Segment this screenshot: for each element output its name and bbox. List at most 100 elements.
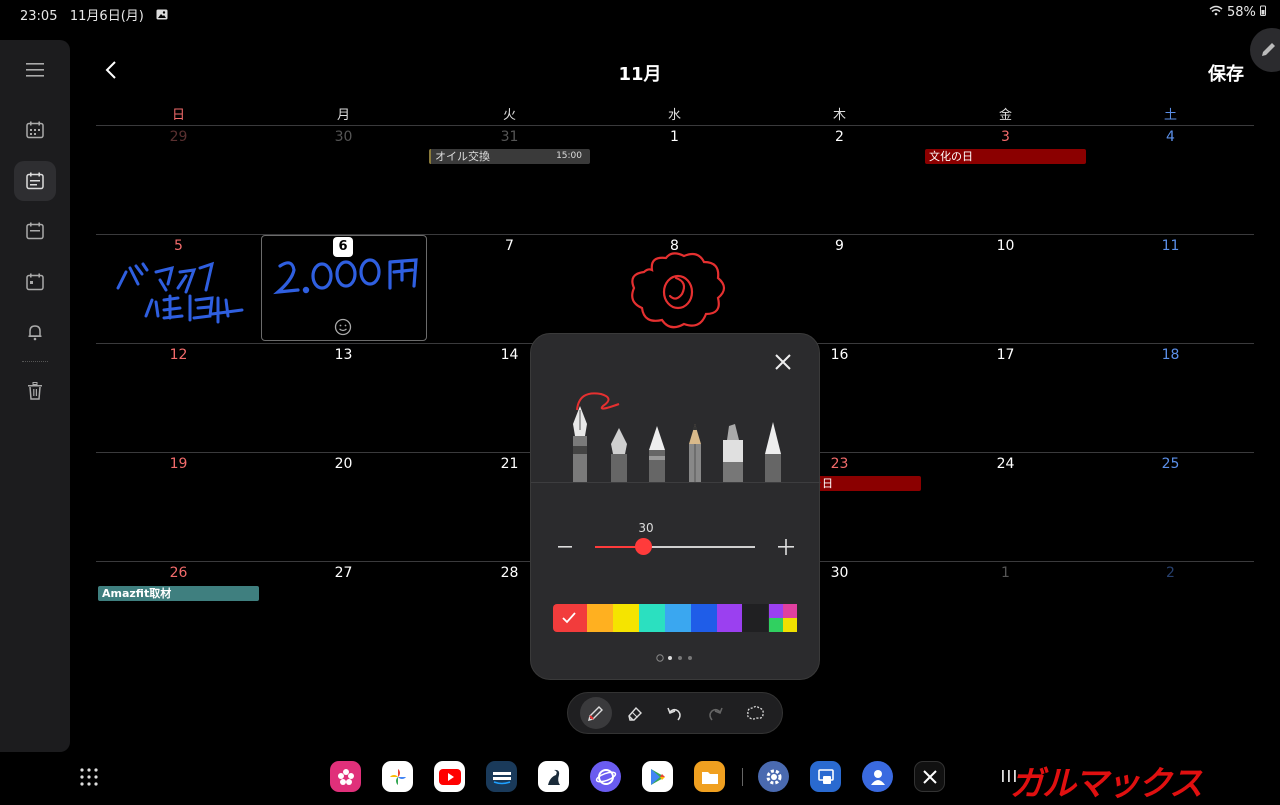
- year-view-button[interactable]: [14, 110, 56, 150]
- redo-button[interactable]: [699, 697, 731, 729]
- reminder-button[interactable]: [14, 312, 56, 352]
- color-swatch-selected[interactable]: [553, 604, 587, 632]
- month-view-button[interactable]: [14, 161, 56, 201]
- day-cell[interactable]: 1: [592, 129, 757, 145]
- status-left: 23:05 11月6日(月): [20, 5, 168, 24]
- day-cell[interactable]: 2: [1088, 565, 1253, 581]
- chevron-left-icon: [105, 61, 116, 79]
- day-cell[interactable]: 30: [261, 129, 426, 145]
- weekday-thu: 木: [832, 108, 846, 123]
- marker-icon[interactable]: [723, 424, 743, 482]
- weekday-wed: 水: [667, 108, 681, 123]
- youtube-icon[interactable]: [434, 761, 465, 792]
- day-cell[interactable]: 19: [96, 456, 261, 472]
- prime-video-icon[interactable]: [486, 761, 517, 792]
- event-holiday[interactable]: 日: [818, 476, 921, 491]
- decrease-size-button[interactable]: [557, 538, 573, 556]
- app-grid-icon: [80, 768, 98, 786]
- dock-divider: [742, 768, 743, 786]
- back-button[interactable]: [100, 58, 124, 82]
- undo-button[interactable]: [659, 697, 691, 729]
- day-cell[interactable]: 1: [923, 565, 1088, 581]
- minus-icon: [558, 546, 572, 548]
- size-slider-thumb[interactable]: [635, 538, 652, 555]
- day-cell[interactable]: 27: [261, 565, 426, 581]
- custom-color-button[interactable]: [769, 604, 797, 632]
- day-cell[interactable]: 11: [1088, 238, 1253, 254]
- pen-size-value: 30: [638, 521, 654, 535]
- wifi-icon: [1209, 5, 1227, 20]
- blossom-app-icon[interactable]: [330, 761, 361, 792]
- day-cell[interactable]: 26: [96, 565, 261, 581]
- pen-type-selector[interactable]: [561, 384, 791, 484]
- color-swatch[interactable]: [716, 604, 743, 632]
- palette-page-indicator[interactable]: [656, 654, 696, 662]
- day-cell[interactable]: 29: [96, 129, 261, 145]
- account-icon[interactable]: [862, 761, 893, 792]
- day-cell[interactable]: 31: [427, 129, 592, 145]
- save-button[interactable]: 保存: [1196, 60, 1256, 86]
- day-cell[interactable]: 24: [923, 456, 1088, 472]
- day-cell[interactable]: 17: [923, 347, 1088, 363]
- trash-icon: [28, 382, 42, 400]
- event-title: オイル交換: [435, 150, 490, 163]
- day-cell[interactable]: 3: [923, 129, 1088, 145]
- my-files-icon[interactable]: [694, 761, 725, 792]
- app-drawer-button[interactable]: [79, 767, 99, 787]
- panel-divider: [531, 482, 821, 483]
- pen-settings-panel: 30: [530, 333, 821, 680]
- pencil-icon: [1262, 43, 1275, 56]
- color-swatch[interactable]: [612, 604, 639, 632]
- day-cell[interactable]: 20: [261, 456, 426, 472]
- day-cell[interactable]: 25: [1088, 456, 1253, 472]
- fountain-pen-icon[interactable]: [573, 406, 587, 482]
- google-photos-icon[interactable]: [382, 761, 413, 792]
- battery-icon: [1260, 5, 1266, 20]
- handwriting-bike-repair: [116, 261, 244, 324]
- pencil-tool-icon[interactable]: [689, 424, 701, 482]
- day-cell[interactable]: 13: [261, 347, 426, 363]
- color-swatch[interactable]: [638, 604, 665, 632]
- menu-button[interactable]: [14, 50, 56, 90]
- play-store-icon[interactable]: [642, 761, 673, 792]
- trash-button[interactable]: [14, 371, 56, 411]
- day-cell[interactable]: 12: [96, 347, 261, 363]
- color-swatch[interactable]: [742, 604, 769, 632]
- event-oil-change[interactable]: オイル交換 15:00: [429, 149, 590, 164]
- eraser-tool-button[interactable]: [619, 697, 651, 729]
- day-cell[interactable]: 2: [757, 129, 922, 145]
- close-button[interactable]: [771, 350, 795, 374]
- weekday-sat: 土: [1163, 108, 1177, 123]
- settings-icon[interactable]: [758, 761, 789, 792]
- page-title: 11月: [618, 64, 662, 85]
- smart-switch-icon[interactable]: [810, 761, 841, 792]
- calligraphy-pen-icon[interactable]: [611, 428, 627, 482]
- color-swatch[interactable]: [690, 604, 717, 632]
- weekday-sun: 日: [171, 108, 185, 123]
- event-culture-day[interactable]: 文化の日: [925, 149, 1086, 164]
- calendar-week-icon: [26, 222, 44, 240]
- weekday-mon: 月: [336, 108, 350, 123]
- weekday-fri: 金: [998, 108, 1012, 123]
- status-date: 11月6日(月): [69, 9, 144, 24]
- x-app-icon[interactable]: [914, 761, 945, 792]
- increase-size-button[interactable]: [777, 538, 795, 556]
- color-swatch[interactable]: [664, 604, 691, 632]
- lasso-tool-button[interactable]: [739, 697, 771, 729]
- sticker-icon[interactable]: [334, 318, 352, 336]
- day-cell[interactable]: 4: [1088, 129, 1253, 145]
- color-swatch[interactable]: [586, 604, 613, 632]
- pen-tool-button[interactable]: [580, 697, 612, 729]
- day-cell[interactable]: 9: [757, 238, 922, 254]
- brush-pen-icon[interactable]: [649, 426, 665, 482]
- event-amazfit[interactable]: Amazfit取材: [98, 586, 259, 601]
- samsung-internet-icon[interactable]: [590, 761, 621, 792]
- day-cell[interactable]: 7: [427, 238, 592, 254]
- week-view-button[interactable]: [14, 211, 56, 251]
- day-cell[interactable]: 10: [923, 238, 1088, 254]
- highlighter-icon[interactable]: [765, 422, 781, 482]
- kindle-icon[interactable]: [538, 761, 569, 792]
- day-cell[interactable]: 18: [1088, 347, 1253, 363]
- status-time: 23:05: [20, 9, 58, 24]
- day-view-button[interactable]: [14, 262, 56, 302]
